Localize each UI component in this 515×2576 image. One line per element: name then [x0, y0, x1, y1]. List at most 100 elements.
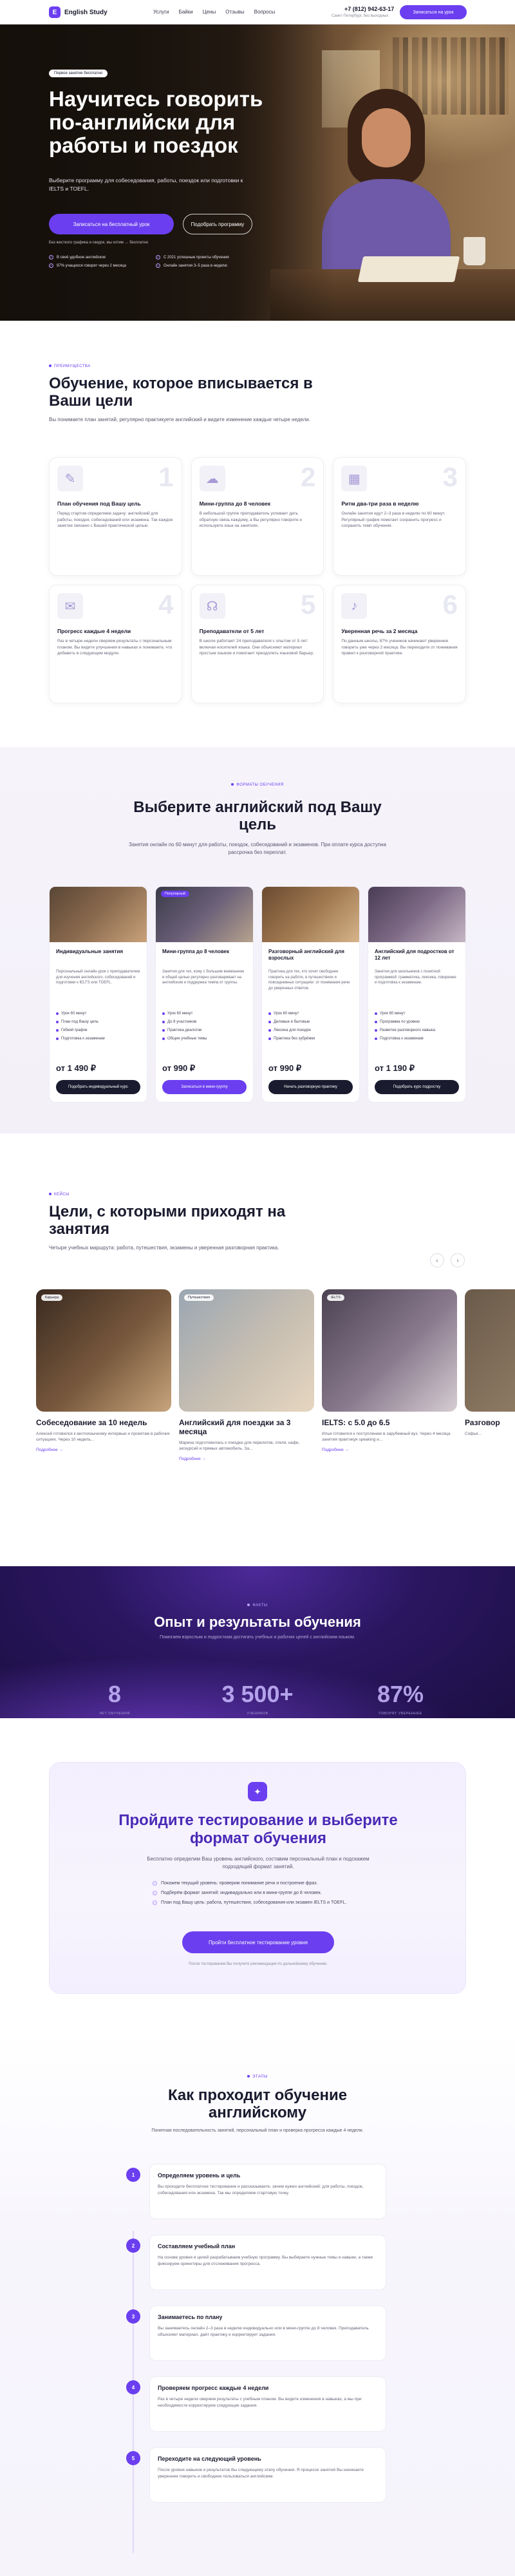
carousel-controls: ‹ ›: [430, 1253, 465, 1267]
steps-subtitle: Понятная последовательность занятий, пер…: [151, 2128, 364, 2133]
progress-icon: ✉: [57, 593, 83, 619]
cases-carousel: Карьера Собеседование за 10 недель Алекс…: [36, 1289, 515, 1521]
main-nav: Услуги Байки Цены Отзывы Вопросы: [153, 9, 275, 15]
header-signup-button[interactable]: Записаться на урок: [400, 5, 467, 19]
benefit-item: ✓ Покажем текущий уровень: проверим поним…: [153, 1881, 318, 1886]
carousel-prev-icon[interactable]: ‹: [430, 1253, 444, 1267]
nav-item-reviews[interactable]: Отзывы: [225, 9, 244, 15]
stats-subtitle: Помогаем взрослым и подросткам достигать…: [160, 1635, 355, 1640]
site-header: E English Study Услуги Байки Цены Отзывы…: [0, 0, 515, 24]
check-icon: ✓: [49, 263, 53, 268]
microphone-icon: ♪: [341, 593, 368, 619]
sparkle-icon: ✦: [248, 1782, 267, 1801]
case-photo: Путешествия: [179, 1289, 314, 1412]
calendar-icon: ▦: [341, 466, 368, 491]
program-price: от 990 ₽: [162, 1063, 196, 1073]
level-test-title: Пройдите тестирование и выберите формат …: [118, 1812, 398, 1847]
case-photo: Карьера: [36, 1289, 171, 1412]
stats-title: Опыт и результаты обучения: [154, 1614, 361, 1630]
check-icon: ✓: [153, 1881, 157, 1886]
take-test-button[interactable]: Пройти бесплатное тестирование уровня: [182, 1931, 334, 1953]
headphones-icon: ☊: [199, 593, 225, 619]
case-more-link[interactable]: Подробнее →: [36, 1448, 171, 1452]
work-hours: Санкт-Петербург, без выходных: [332, 14, 389, 18]
hero-feature: ✓ В своё удобное английское: [49, 255, 106, 260]
program-button[interactable]: Записаться в мини-группу: [162, 1080, 247, 1094]
logo[interactable]: E English Study: [49, 6, 108, 18]
program-card: Английский для подростков от 12 лет Заня…: [368, 886, 466, 1103]
program-card: Индивидуальные занятия Персональный онла…: [49, 886, 147, 1103]
advantage-card: 4 ✉ Прогресс каждые 4 недели Раз в четыр…: [49, 585, 182, 703]
advantages-grid: 1 ✎ План обучения под Вашу цель Перед ст…: [49, 457, 466, 703]
program-photo: [262, 887, 359, 942]
case-card[interactable]: Разговор Софья...: [465, 1289, 515, 1515]
hero-section: Первое занятие бесплатно Научитесь говор…: [0, 24, 515, 321]
hero-badge: Первое занятие бесплатно: [49, 70, 108, 77]
nav-item-prices[interactable]: Цены: [203, 9, 216, 15]
program-button[interactable]: Начать разговорную практику: [268, 1080, 353, 1094]
program-button[interactable]: Подобрать курс подростку: [375, 1080, 459, 1094]
program-price: от 1 490 ₽: [56, 1063, 97, 1073]
case-card[interactable]: Путешествия Английский для поездки за 3 …: [179, 1289, 314, 1515]
choose-program-button[interactable]: Подобрать программу: [183, 214, 252, 234]
phone-link[interactable]: +7 (812) 942-63-17: [344, 6, 394, 12]
hero-cup: [464, 237, 485, 265]
benefit-item: ✓ План под Вашу цель: работа, путешествия…: [153, 1900, 347, 1905]
hero-title: Научитесь говорить по-английски для рабо…: [49, 87, 263, 157]
advantage-card: 5 ☊ Преподаватели от 5 лет В школе работ…: [191, 585, 324, 703]
stat-confidence: 87% ГОВОРЯТ УВЕРЕННЕЕ: [377, 1681, 424, 1716]
advantage-card: 6 ♪ Уверенная речь за 2 месяца По данным…: [333, 585, 466, 703]
level-test-benefits: ✓ Покажем текущий уровень: проверим поним…: [153, 1881, 371, 1910]
program-button[interactable]: Подобрать индивидуальный курс: [56, 1080, 140, 1094]
nav-item-services[interactable]: Услуги: [153, 9, 169, 15]
advantages-subtitle: Вы понимаете план занятий, регулярно пра…: [49, 417, 310, 422]
nav-item-stories[interactable]: Байки: [179, 9, 193, 15]
case-card[interactable]: IELTS IELTS: с 5.0 до 6.5 Илья готовился…: [322, 1289, 457, 1515]
nav-item-faq[interactable]: Вопросы: [254, 9, 276, 15]
steps-tag: Этапы: [0, 2075, 515, 2079]
popular-badge: Популярный: [161, 891, 189, 897]
check-icon: ✓: [156, 263, 160, 268]
hero-feature: ✓ Онлайн занятия 3–5 раза в неделю: [156, 263, 227, 268]
case-more-link[interactable]: Подробнее →: [179, 1457, 314, 1461]
case-card[interactable]: Карьера Собеседование за 10 недель Алекс…: [36, 1289, 171, 1515]
cases-title: Цели, с которыми приходят на занятия: [49, 1203, 286, 1238]
program-card: Популярный Мини-группа до 8 человек Заня…: [155, 886, 254, 1103]
notebook-icon: ✎: [57, 466, 83, 491]
carousel-next-icon[interactable]: ›: [451, 1253, 465, 1267]
program-photo: [368, 887, 465, 942]
case-photo: IELTS: [322, 1289, 457, 1412]
stats-tag: Факты: [0, 1604, 515, 1607]
check-icon: ✓: [153, 1891, 157, 1895]
programs-grid: Индивидуальные занятия Персональный онла…: [49, 886, 466, 1103]
hero-features: ✓ В своё удобное английское ✓ С 2021 успеш…: [49, 255, 255, 268]
advantage-card: 2 ☁ Мини-группа до 8 человек В небольшой…: [191, 457, 324, 576]
check-icon: ✓: [153, 1900, 157, 1905]
free-lesson-button[interactable]: Записаться на бесплатный урок: [49, 214, 174, 234]
programs-subtitle: Занятия онлайн по 60 минут для работы, п…: [129, 842, 386, 855]
program-price: от 990 ₽: [268, 1063, 302, 1073]
hero-note: Без жесткого графика и скидок, мы хотим …: [49, 241, 149, 245]
program-card: Разговорный английский для взрослых Прак…: [261, 886, 360, 1103]
program-price: от 1 190 ₽: [375, 1063, 415, 1073]
stat-students: 3 500+ УЧЕНИКОВ: [221, 1681, 294, 1716]
logo-icon: E: [49, 6, 61, 18]
program-photo: [50, 887, 147, 942]
programs-tag: Форматы обучения: [0, 783, 515, 787]
case-photo: [465, 1289, 515, 1412]
level-test-block: ✦ Пройдите тестирование и выберите форма…: [49, 1762, 466, 1994]
check-icon: ✓: [49, 255, 53, 260]
level-test-subtitle: Бесплатно определим Ваш уровень английск…: [147, 1856, 370, 1870]
advantage-card: 1 ✎ План обучения под Вашу цель Перед ст…: [49, 457, 182, 576]
stat-years: 8 ЛЕТ ОБУЧЕНИЯ: [99, 1681, 130, 1716]
logo-text: English Study: [64, 8, 108, 16]
program-photo: Популярный: [156, 887, 253, 942]
cases-subtitle: Четыре учебных маршрута: работа, путешес…: [49, 1245, 279, 1251]
case-more-link[interactable]: Подробнее →: [322, 1448, 457, 1452]
advantage-card: 3 ▦ Ритм два-три раза в неделю Онлайн за…: [333, 457, 466, 576]
advantages-title: Обучение, которое вписывается в Ваши цел…: [49, 375, 313, 410]
hero-subtitle: Выберите программу для собеседования, ра…: [49, 177, 243, 192]
advantages-tag: Преимущества: [49, 365, 91, 368]
benefit-item: ✓ Подберём формат занятий: индивидуально …: [153, 1891, 322, 1895]
programs-title: Выберите английский под Вашу цель: [133, 799, 382, 833]
